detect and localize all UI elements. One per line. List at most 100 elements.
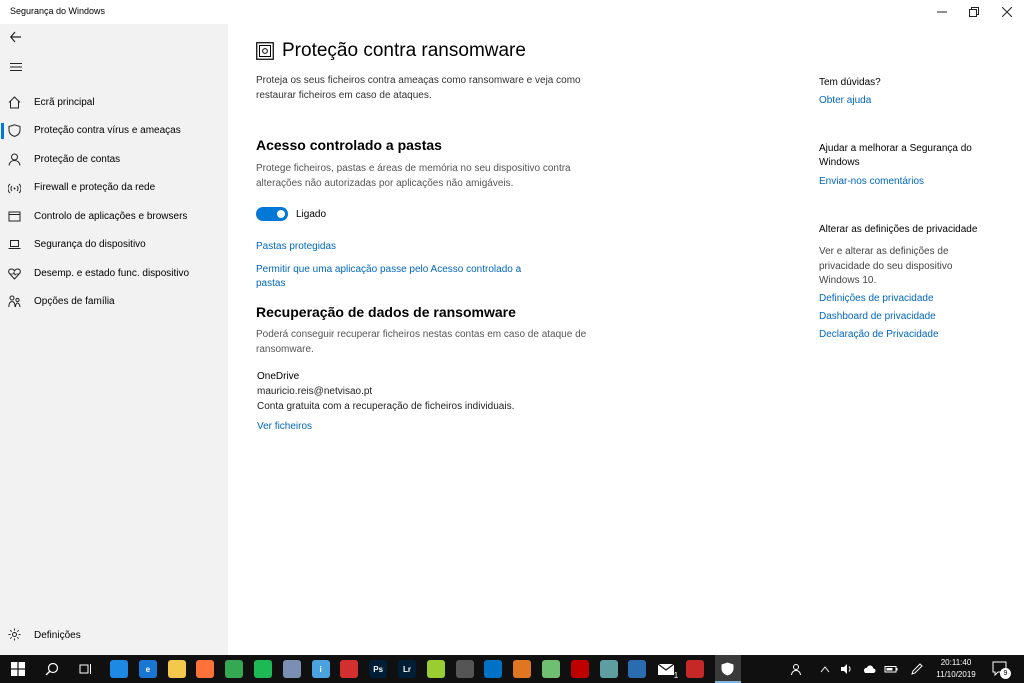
recovery-section-title: Recuperação de dados de ransomware [256, 304, 516, 320]
sidebar-item-label: Opções de família [34, 296, 115, 308]
cfa-toggle-row: Ligado [256, 207, 326, 221]
minimize-button[interactable] [925, 0, 959, 24]
chevron-up-icon[interactable] [818, 662, 832, 676]
taskbar-app-lightroom-icon[interactable]: Lr [398, 660, 416, 678]
sidebar-item-account-protection[interactable]: Proteção de contas [0, 145, 228, 174]
sidebar-item-app-control[interactable]: Controlo de aplicações e browsers [0, 202, 228, 231]
ransomware-icon [256, 42, 274, 60]
taskbar-app-app-biohazard-icon[interactable] [686, 660, 704, 678]
page-description: Proteja os seus ficheiros contra ameaças… [256, 75, 581, 101]
wifi-icon [7, 181, 21, 195]
main-content: Proteção contra ransomware Proteja os se… [228, 24, 1024, 655]
restore-button[interactable] [957, 0, 991, 24]
taskbar-app-mail-icon[interactable]: 1 [657, 660, 679, 680]
privacy-dashboard-link[interactable]: Dashboard de privacidade [819, 311, 936, 322]
back-arrow-icon [10, 31, 21, 43]
sidebar-item-label: Definições [34, 629, 81, 641]
heart-icon [7, 266, 21, 280]
search-icon [45, 662, 58, 676]
taskbar-app-windows-security-icon[interactable] [714, 655, 741, 683]
allow-app-link[interactable]: Permitir que uma aplicação passe pelo Ac… [256, 263, 536, 291]
sidebar-item-home[interactable]: Ecrã principal [0, 88, 228, 117]
view-files-link[interactable]: Ver ficheiros [257, 420, 312, 434]
taskbar-app-chrome-icon[interactable] [225, 660, 244, 678]
cfa-section-title: Acesso controlado a pastas [256, 137, 442, 153]
task-view-button[interactable] [71, 655, 100, 683]
privacy-statement-link[interactable]: Declaração de Privacidade [819, 329, 939, 340]
gear-icon [8, 628, 22, 642]
taskbar-clock[interactable]: 20:11:40 11/10/2019 [930, 657, 982, 681]
close-icon [1002, 7, 1012, 17]
minimize-icon [937, 11, 947, 13]
taskbar-app-photoshop-icon[interactable]: Ps [369, 660, 388, 678]
taskbar: e i Ps Lr 1 20:11:40 11/10/2019 9 [0, 655, 1024, 683]
window-title: Segurança do Windows [10, 6, 106, 16]
taskbar-app-app-x-icon[interactable] [455, 660, 474, 678]
family-icon [7, 295, 21, 309]
windows-logo-icon [10, 662, 25, 676]
taskbar-app-edge-icon[interactable]: e [138, 660, 157, 678]
sidebar-item-family[interactable]: Opções de família [0, 288, 228, 317]
sidebar-item-settings[interactable]: Definições [0, 621, 228, 649]
sidebar-item-device-health[interactable]: Desemp. e estado func. dispositivo [0, 259, 228, 288]
taskbar-app-spotify-icon[interactable] [254, 660, 272, 678]
sidebar-item-label: Firewall e proteção da rede [34, 182, 156, 194]
sidebar-item-label: Ecrã principal [34, 96, 95, 108]
sidebar-item-label: Controlo de aplicações e browsers [34, 210, 188, 222]
laptop-icon [7, 238, 21, 252]
sidebar-item-label: Segurança do dispositivo [34, 239, 146, 251]
taskbar-app-outlook-icon[interactable] [484, 660, 503, 678]
taskbar-app-app-orange-icon[interactable] [513, 660, 532, 678]
close-button[interactable] [990, 0, 1024, 24]
sidebar-item-label: Proteção contra vírus e ameaças [34, 125, 181, 137]
cloud-icon[interactable] [862, 662, 876, 676]
sidebar: Ecrã principal Proteção contra vírus e a… [0, 24, 228, 655]
privacy-settings-link[interactable]: Definições de privacidade [819, 293, 934, 304]
start-button[interactable] [3, 655, 32, 683]
cfa-description: Protege ficheiros, pastas e áreas de mem… [256, 163, 571, 189]
taskbar-app-thunderbird-icon[interactable] [110, 660, 128, 678]
menu-button[interactable] [6, 58, 26, 76]
mail-badge: 1 [673, 671, 679, 680]
taskbar-app-filezilla-icon[interactable] [570, 660, 589, 678]
pen-icon[interactable] [910, 662, 924, 676]
taskbar-app-app-yellow-icon[interactable] [426, 660, 445, 678]
sidebar-item-device-security[interactable]: Segurança do dispositivo [0, 231, 228, 260]
sidebar-item-label: Desemp. e estado func. dispositivo [34, 267, 190, 279]
back-button[interactable] [6, 28, 26, 46]
battery-icon[interactable] [884, 662, 898, 676]
sidebar-item-firewall[interactable]: Firewall e proteção da rede [0, 174, 228, 203]
protected-folders-link[interactable]: Pastas protegidas [256, 240, 336, 254]
clock-time: 20:11:40 [940, 658, 972, 667]
sidebar-nav: Ecrã principal Proteção contra vírus e a… [0, 88, 228, 316]
get-help-link[interactable]: Obter ajuda [819, 95, 871, 106]
hamburger-icon [10, 63, 22, 71]
clock-date: 11/10/2019 [936, 670, 976, 679]
volume-icon[interactable] [840, 662, 854, 676]
taskbar-app-firefox-icon[interactable] [196, 660, 215, 678]
privacy-title: Alterar as definições de privacidade [819, 224, 978, 235]
sidebar-item-virus-protection[interactable]: Proteção contra vírus e ameaças [0, 117, 228, 146]
title-bar: Segurança do Windows [0, 0, 1024, 24]
sidebar-item-label: Proteção de contas [34, 153, 121, 165]
cfa-toggle-switch[interactable] [256, 207, 288, 221]
taskbar-app-app-i-icon[interactable]: i [311, 660, 330, 678]
onedrive-plan: Conta gratuita com a recuperação de fich… [257, 401, 515, 412]
onedrive-account: mauricio.reis@netvisao.pt [257, 386, 373, 397]
taskbar-app-app-green-icon[interactable] [542, 660, 560, 678]
onedrive-provider: OneDrive [257, 371, 300, 382]
taskbar-app-onedrive-icon[interactable] [599, 660, 618, 678]
cfa-toggle-label: Ligado [296, 208, 327, 220]
notification-center-button[interactable]: 9 [992, 661, 1011, 679]
feedback-link[interactable]: Enviar-nos comentários [819, 176, 924, 187]
notification-count-badge: 9 [1000, 668, 1011, 679]
taskbar-app-app-globe-icon[interactable] [282, 660, 301, 678]
app-window-icon [7, 209, 21, 223]
taskbar-app-app-blue-icon[interactable] [628, 660, 647, 678]
recovery-description: Poderá conseguir recuperar ficheiros nes… [256, 329, 587, 355]
people-icon[interactable] [790, 662, 804, 676]
taskbar-app-app-red-icon[interactable] [340, 660, 359, 678]
toggle-knob [277, 210, 285, 218]
taskbar-app-explorer-icon[interactable] [167, 660, 186, 678]
search-button[interactable] [37, 655, 66, 683]
